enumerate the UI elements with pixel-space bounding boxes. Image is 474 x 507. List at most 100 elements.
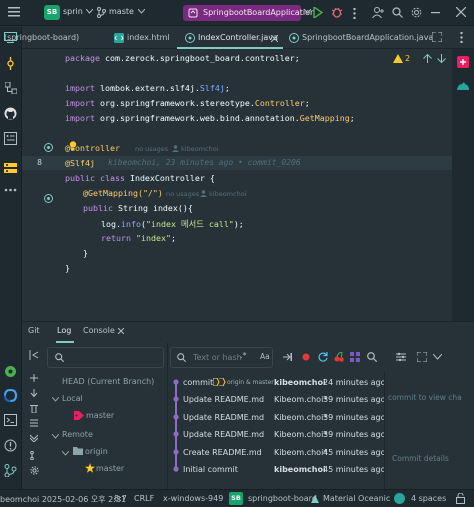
bean-gutter-icon[interactable] xyxy=(44,143,53,152)
project-badge[interactable]: SB xyxy=(44,5,60,20)
github-icon[interactable] xyxy=(4,107,17,120)
maximize-panel-icon[interactable] xyxy=(417,352,427,362)
warning-icon[interactable] xyxy=(393,54,403,63)
grid-view-icon[interactable] xyxy=(350,352,360,362)
more-tools-icon[interactable] xyxy=(4,188,17,192)
plugins-tool-icon[interactable] xyxy=(4,365,17,378)
status-encoding[interactable]: x-windows-949 xyxy=(163,494,223,503)
hide-panel-icon[interactable] xyxy=(433,354,442,361)
tree-remote[interactable]: Remote xyxy=(62,430,93,439)
git-tool-icon[interactable] xyxy=(4,464,17,477)
project-name[interactable]: sprin xyxy=(63,7,83,16)
tree-local-master[interactable]: master xyxy=(86,411,114,420)
tab-git[interactable]: Git xyxy=(28,326,40,335)
compare-icon[interactable] xyxy=(30,419,38,427)
tab-log[interactable]: Log xyxy=(57,326,71,335)
commit-author: kibeomchoi xyxy=(274,465,326,474)
tab-index-html[interactable]: index.html xyxy=(127,27,170,49)
settings-gear-icon[interactable] xyxy=(411,7,422,18)
inline-blame[interactable]: kibeomchoi, 23 minutes ago • commit_0206 xyxy=(108,158,301,167)
close-tab-icon[interactable] xyxy=(271,35,278,42)
expand-editor-icon[interactable] xyxy=(432,32,442,42)
status-caret-position[interactable]: 8:7 xyxy=(114,494,127,503)
usages-hint[interactable]: no usages xyxy=(166,190,199,198)
tab-console[interactable]: Console xyxy=(83,326,115,335)
lock-icon[interactable] xyxy=(456,493,465,504)
ai-assistant-icon[interactable] xyxy=(456,81,470,92)
status-theme[interactable]: Material Oceanic xyxy=(323,494,390,503)
commit-row[interactable]: Update README.md Kibeom.choi* 39 minutes… xyxy=(172,426,386,443)
notifications-icon[interactable] xyxy=(457,56,469,68)
previous-highlight-icon[interactable] xyxy=(423,54,432,63)
run-configuration-selector[interactable]: SpringbootBoardApplication xyxy=(183,5,315,21)
author-hint[interactable]: kibeomchoi xyxy=(181,145,218,153)
tune-icon[interactable] xyxy=(396,352,406,362)
collapse-branches-icon[interactable] xyxy=(29,350,39,360)
code-line-getmapping: @GetMapping("/") xyxy=(83,188,163,198)
log-filter-input[interactable]: Text or hash .* Aa xyxy=(170,347,273,368)
cherry-pick-icon[interactable] xyxy=(283,353,292,361)
commit-row[interactable]: Create README.md Kibeom.choi* 45 minutes… xyxy=(172,444,386,461)
record-icon[interactable] xyxy=(302,353,310,361)
terminal-tool-icon[interactable] xyxy=(4,414,17,426)
bookmarks-tool-icon[interactable] xyxy=(4,132,17,145)
commit-row[interactable]: Update README.md Kibeom.choi* 39 minutes… xyxy=(172,409,386,426)
update-icon[interactable] xyxy=(30,389,38,398)
tree-local[interactable]: Local xyxy=(62,394,83,403)
match-case-toggle[interactable]: Aa xyxy=(260,352,270,361)
commit-row[interactable]: Initial commit kibeomchoi 45 minutes ago xyxy=(172,461,386,478)
refresh-icon[interactable] xyxy=(318,352,328,362)
problems-tool-icon[interactable] xyxy=(4,439,17,452)
status-blame[interactable]: beomchoi 2025-02-06 오후 2:31 xyxy=(0,494,126,505)
chevron-down-icon[interactable] xyxy=(52,434,59,439)
chevron-down-icon[interactable] xyxy=(62,451,69,456)
search-icon[interactable] xyxy=(367,352,377,362)
cherry-icon[interactable] xyxy=(334,352,344,362)
branch-search-input[interactable] xyxy=(47,347,164,368)
debug-icon[interactable] xyxy=(331,6,343,18)
commit-author: Kibeom.choi* xyxy=(274,430,328,439)
tree-origin[interactable]: origin xyxy=(85,447,108,456)
expand-all-icon[interactable] xyxy=(30,434,38,442)
commit-row[interactable]: Update README.md Kibeom.choi* 39 minutes… xyxy=(172,391,386,408)
tab-springboot-board-application[interactable]: SpringbootBoardApplication.java xyxy=(302,27,433,49)
search-everywhere-icon[interactable] xyxy=(392,7,403,18)
project-dropdown-icon[interactable] xyxy=(86,9,93,14)
close-console-tab-icon[interactable] xyxy=(118,328,124,334)
status-indent[interactable]: 4 spaces xyxy=(411,494,446,503)
tree-origin-master[interactable]: master xyxy=(96,464,124,473)
tree-head-current-branch[interactable]: HEAD (Current Branch) xyxy=(62,377,154,386)
commit-row[interactable]: commit origin & master kibeomchoi 24 min… xyxy=(172,374,386,391)
chevron-down-icon[interactable] xyxy=(52,397,59,402)
commit-tool-icon[interactable] xyxy=(5,57,16,70)
branch-name[interactable]: maste xyxy=(109,7,134,16)
author-hint[interactable]: kibeomchoi xyxy=(209,190,246,198)
services-tool-icon[interactable] xyxy=(4,163,17,174)
title-bar: SB sprin maste SpringbootBoardApplicatio… xyxy=(0,0,474,26)
close-window-icon[interactable] xyxy=(456,7,466,17)
add-icon[interactable] xyxy=(30,374,38,382)
commit-time: 24 minutes ago xyxy=(323,378,386,387)
settings-icon[interactable] xyxy=(30,466,39,475)
run-icon[interactable] xyxy=(313,7,323,18)
run-config-dropdown-icon[interactable] xyxy=(304,9,311,14)
status-line-separator[interactable]: CRLF xyxy=(134,494,154,503)
kubernetes-tool-icon[interactable] xyxy=(4,389,17,402)
delete-icon[interactable] xyxy=(30,404,38,413)
branch-fetch-icon[interactable] xyxy=(30,451,38,460)
structure-tool-icon[interactable] xyxy=(5,82,17,94)
regex-toggle[interactable]: .* xyxy=(240,351,247,360)
more-actions-icon[interactable] xyxy=(353,8,356,19)
tab-springboot-board[interactable]: (springboot-board) xyxy=(4,27,79,49)
tab-index-controller[interactable]: IndexController.java xyxy=(198,27,278,49)
user-add-icon[interactable] xyxy=(372,7,384,18)
hamburger-menu-icon[interactable] xyxy=(8,7,20,17)
usages-hint[interactable]: no usages xyxy=(135,145,168,153)
editor-more-icon[interactable] xyxy=(460,32,463,43)
bean-gutter-icon[interactable] xyxy=(44,194,53,203)
minimize-icon[interactable] xyxy=(431,12,440,14)
commit-author: Kibeom.choi* xyxy=(274,413,328,422)
next-highlight-icon[interactable] xyxy=(437,54,446,63)
branch-dropdown-icon[interactable] xyxy=(138,9,145,14)
status-project-name[interactable]: springboot-board xyxy=(248,494,317,503)
